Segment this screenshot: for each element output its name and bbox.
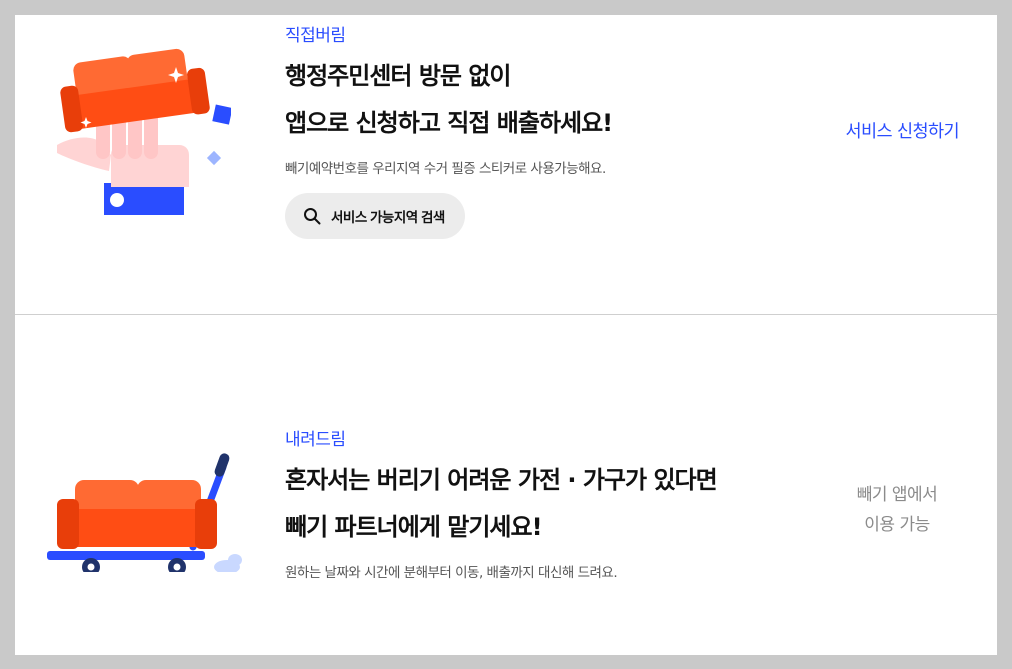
app-availability-note: 빼기 앱에서 이용 가능 (835, 480, 959, 540)
service-title: 혼자서는 버리기 어려운 가전 · 가구가 있다면 빼기 파트너에게 맡기세요! (285, 457, 718, 551)
hand-holding-sofa-illustration (51, 37, 233, 227)
sofa-cart-illustration (45, 447, 245, 576)
direct-disposal-content: 직접버림 행정주민센터 방문 없이 앱으로 신청하고 직접 배출하세요! 빼기예… (285, 25, 613, 239)
app-note-line-1: 빼기 앱에서 (856, 485, 938, 505)
service-card-direct-disposal: 직접버림 행정주민센터 방문 없이 앱으로 신청하고 직접 배출하세요! 빼기예… (15, 15, 997, 314)
pickup-content: 내려드림 혼자서는 버리기 어려운 가전 · 가구가 있다면 빼기 파트너에게 … (285, 429, 718, 581)
service-title: 행정주민센터 방문 없이 앱으로 신청하고 직접 배출하세요! (285, 53, 613, 147)
app-note-line-2: 이용 가능 (864, 515, 930, 535)
service-description: 빼기예약번호를 우리지역 수거 필증 스티커로 사용가능해요. (285, 161, 606, 177)
service-title-line-1: 행정주민센터 방문 없이 (285, 62, 512, 90)
page-panel: 직접버림 행정주민센터 방문 없이 앱으로 신청하고 직접 배출하세요! 빼기예… (15, 15, 997, 655)
service-title-line-1: 혼자서는 버리기 어려운 가전 · 가구가 있다면 (285, 466, 718, 494)
service-tag: 내려드림 (285, 430, 346, 450)
service-tag: 직접버림 (285, 26, 346, 46)
search-service-area-button[interactable]: 서비스 가능지역 검색 (285, 193, 465, 239)
service-title-line-2: 빼기 파트너에게 맡기세요! (285, 513, 543, 541)
search-button-label: 서비스 가능지역 검색 (331, 210, 445, 225)
apply-service-link[interactable]: 서비스 신청하기 (846, 118, 960, 143)
service-card-pickup: 내려드림 혼자서는 버리기 어려운 가전 · 가구가 있다면 빼기 파트너에게 … (15, 315, 997, 655)
service-title-line-2: 앱으로 신청하고 직접 배출하세요! (285, 109, 613, 137)
search-icon (303, 207, 321, 225)
service-description: 원하는 날짜와 시간에 분해부터 이동, 배출까지 대신해 드려요. (285, 565, 618, 581)
